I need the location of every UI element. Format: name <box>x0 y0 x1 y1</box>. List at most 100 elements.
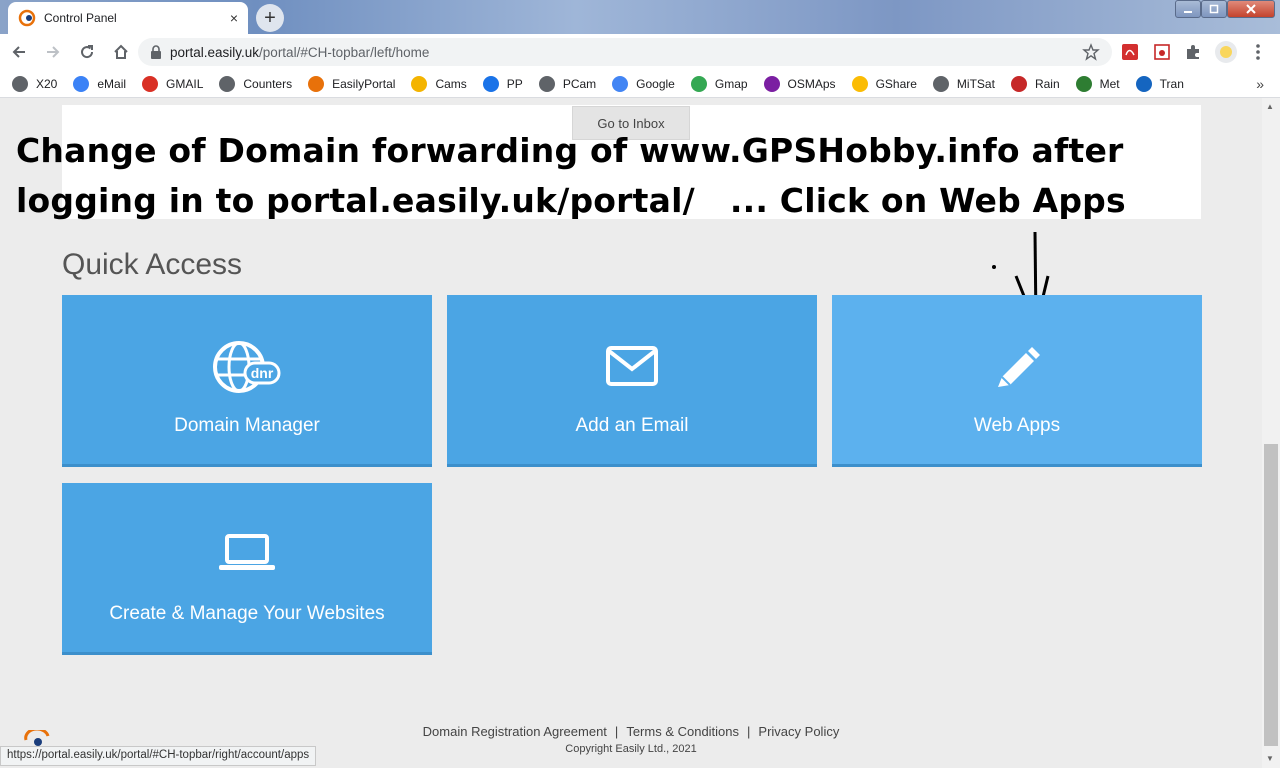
browser-menu-icon[interactable] <box>1248 42 1268 62</box>
domain-manager-tile[interactable]: dnr Domain Manager <box>62 295 432 467</box>
bookmark-star-icon[interactable] <box>1082 43 1100 61</box>
tab-close-icon[interactable]: × <box>230 10 238 26</box>
calendar-extension-icon[interactable] <box>1152 42 1172 62</box>
status-bar-url: https://portal.easily.uk/portal/#CH-topb… <box>0 746 317 766</box>
bookmark-gshare[interactable]: GShare <box>851 75 917 92</box>
bookmark-label: OSMAps <box>787 76 836 91</box>
url-text: portal.easily.uk/portal/#CH-topbar/left/… <box>170 44 430 60</box>
bookmark-label: Cams <box>435 76 467 91</box>
laptop-icon <box>62 533 432 573</box>
bookmark-label: Rain <box>1034 76 1060 91</box>
envelope-icon <box>447 345 817 387</box>
address-bar[interactable]: portal.easily.uk/portal/#CH-topbar/left/… <box>138 38 1112 66</box>
bookmark-favicon-icon <box>12 75 28 92</box>
bookmark-favicon-icon <box>1075 75 1092 92</box>
bookmark-label: MiTSat <box>956 76 995 91</box>
bookmark-label: GShare <box>875 76 917 91</box>
browser-tab[interactable]: Control Panel × <box>8 2 248 34</box>
window-title-bar: Control Panel × + <box>0 0 1280 34</box>
forward-button[interactable] <box>38 37 68 67</box>
bookmark-mitsat[interactable]: MiTSat <box>932 75 995 92</box>
footer-separator: | <box>747 724 751 739</box>
bookmark-label: X20 <box>36 76 58 91</box>
footer-links: Domain Registration Agreement | Terms & Co… <box>0 724 1262 739</box>
tile-label: Domain Manager <box>174 415 320 436</box>
browser-toolbar: portal.easily.uk/portal/#CH-topbar/left/… <box>0 34 1280 70</box>
close-icon <box>1246 4 1256 14</box>
tab-title: Control Panel <box>44 11 117 25</box>
bookmark-pp[interactable]: PP <box>482 75 523 92</box>
bookmark-label: GMAIL <box>166 76 204 91</box>
arrow-right-icon <box>47 46 60 58</box>
privacy-policy-link[interactable]: Privacy Policy <box>758 724 839 739</box>
annotation-text: Change of Domain forwarding of www.GPSHo… <box>16 131 1126 220</box>
lock-icon <box>151 45 161 59</box>
scroll-thumb[interactable] <box>1264 444 1278 746</box>
minimize-icon <box>1184 11 1192 13</box>
bookmark-favicon-icon <box>1135 75 1152 92</box>
tile-label: Add an Email <box>575 415 689 436</box>
bookmark-met[interactable]: Met <box>1075 75 1120 92</box>
page-scrollbar[interactable]: ▲ ▼ <box>1262 98 1280 768</box>
scroll-up-icon[interactable]: ▲ <box>1266 102 1276 112</box>
bookmark-label: PCam <box>562 76 597 91</box>
close-window-button[interactable] <box>1227 0 1275 18</box>
bookmark-favicon-icon <box>308 75 325 92</box>
easily-favicon-icon <box>18 9 36 27</box>
bookmark-label: PP <box>506 76 523 91</box>
bookmark-osmaps[interactable]: OSMAps <box>763 75 836 92</box>
pencil-icon <box>832 341 1202 391</box>
bookmark-favicon-icon <box>851 75 868 92</box>
bookmark-label: EasilyPortal <box>332 76 396 91</box>
bookmark-counters[interactable]: Counters <box>219 75 293 92</box>
new-tab-button[interactable]: + <box>256 4 284 32</box>
bookmark-label: Gmap <box>714 76 748 91</box>
reload-icon <box>81 45 94 59</box>
bookmark-email[interactable]: eMail <box>73 75 126 92</box>
bookmark-gmail[interactable]: GMAIL <box>142 75 204 92</box>
reload-button[interactable] <box>72 37 102 67</box>
bookmark-favicon-icon <box>538 75 555 92</box>
web-apps-tile[interactable]: Web Apps <box>832 295 1202 467</box>
create-manage-websites-tile[interactable]: Create & Manage Your Websites <box>62 483 432 655</box>
bookmark-cams[interactable]: Cams <box>411 75 467 92</box>
profile-avatar-icon[interactable] <box>1214 40 1238 64</box>
bookmarks-bar: X20 eMail GMAIL Counters EasilyPortal Cams PP P… <box>0 70 1280 98</box>
bookmark-favicon-icon <box>612 75 629 92</box>
scroll-down-icon[interactable]: ▼ <box>1266 754 1276 764</box>
globe-dnr-icon: dnr <box>62 339 432 395</box>
tile-label: Web Apps <box>973 415 1061 436</box>
bookmark-easilyportal[interactable]: EasilyPortal <box>308 75 396 92</box>
maximize-window-button[interactable] <box>1201 0 1227 18</box>
bookmark-favicon-icon <box>1010 75 1027 92</box>
footer-separator: | <box>614 724 619 739</box>
bookmark-label: Counters <box>243 76 293 91</box>
bookmark-favicon-icon <box>690 75 707 92</box>
arrow-left-icon <box>12 46 25 58</box>
dnr-badge: dnr <box>251 365 274 381</box>
bookmark-gmap[interactable]: Gmap <box>690 75 748 92</box>
add-email-tile[interactable]: Add an Email <box>447 295 817 467</box>
back-button[interactable] <box>4 37 34 67</box>
bookmark-favicon-icon <box>932 75 949 92</box>
bookmark-rain[interactable]: Rain <box>1010 75 1060 92</box>
bookmark-pcam[interactable]: PCam <box>538 75 597 92</box>
page-content: Go to Inbox Change of Domain forwarding … <box>0 98 1262 768</box>
bookmarks-overflow-button[interactable]: » <box>1256 76 1264 92</box>
bookmark-google[interactable]: Google <box>612 75 675 92</box>
bookmark-favicon-icon <box>73 75 90 92</box>
pdf-extension-icon[interactable] <box>1120 42 1140 62</box>
bookmark-x20[interactable]: X20 <box>12 75 58 92</box>
minimize-window-button[interactable] <box>1175 0 1201 18</box>
domain-registration-agreement-link[interactable]: Domain Registration Agreement <box>423 724 607 739</box>
bookmark-favicon-icon <box>482 75 499 92</box>
quick-access-title: Quick Access <box>62 248 243 281</box>
bookmark-favicon-icon <box>763 75 780 92</box>
bookmark-tran[interactable]: Tran <box>1135 75 1184 92</box>
terms-conditions-link[interactable]: Terms & Conditions <box>626 724 739 739</box>
extensions-puzzle-icon[interactable] <box>1183 42 1203 62</box>
home-icon <box>114 44 128 59</box>
home-button[interactable] <box>106 37 136 67</box>
bookmark-label: Tran <box>1159 76 1184 91</box>
restore-icon <box>1209 4 1219 14</box>
